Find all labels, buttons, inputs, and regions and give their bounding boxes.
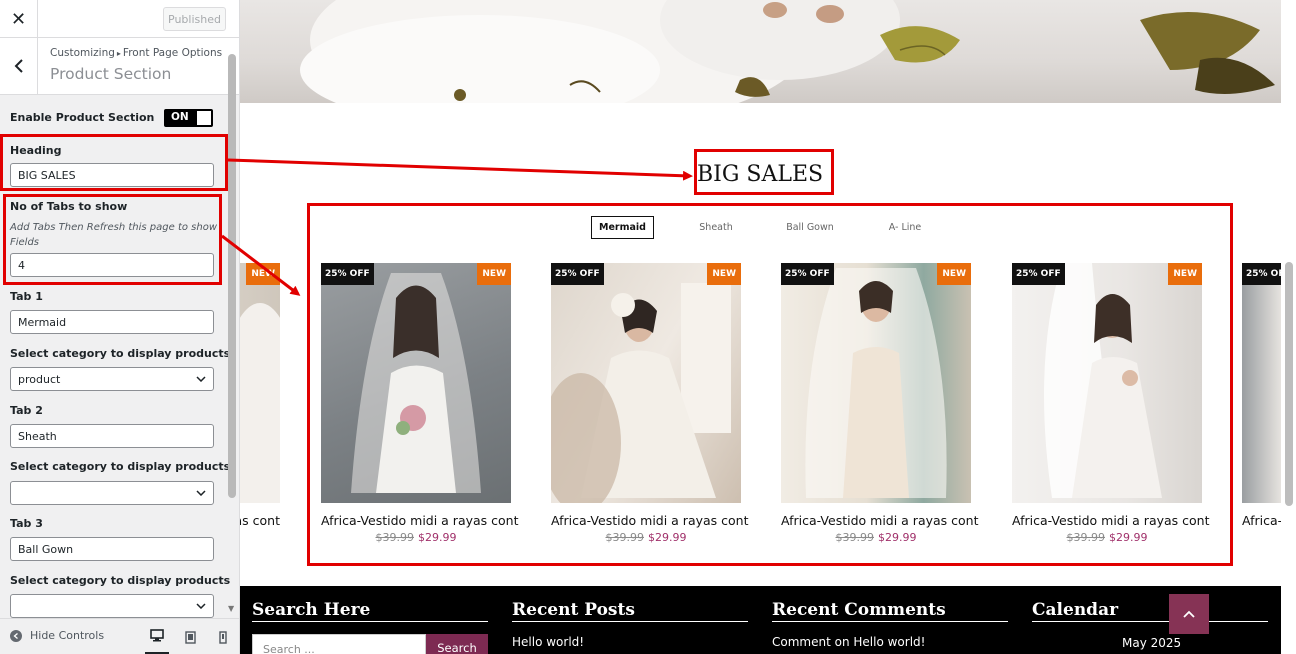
heading-arrow bbox=[227, 158, 693, 181]
tabs-arrow bbox=[221, 234, 301, 296]
annotation-arrows bbox=[221, 158, 693, 296]
